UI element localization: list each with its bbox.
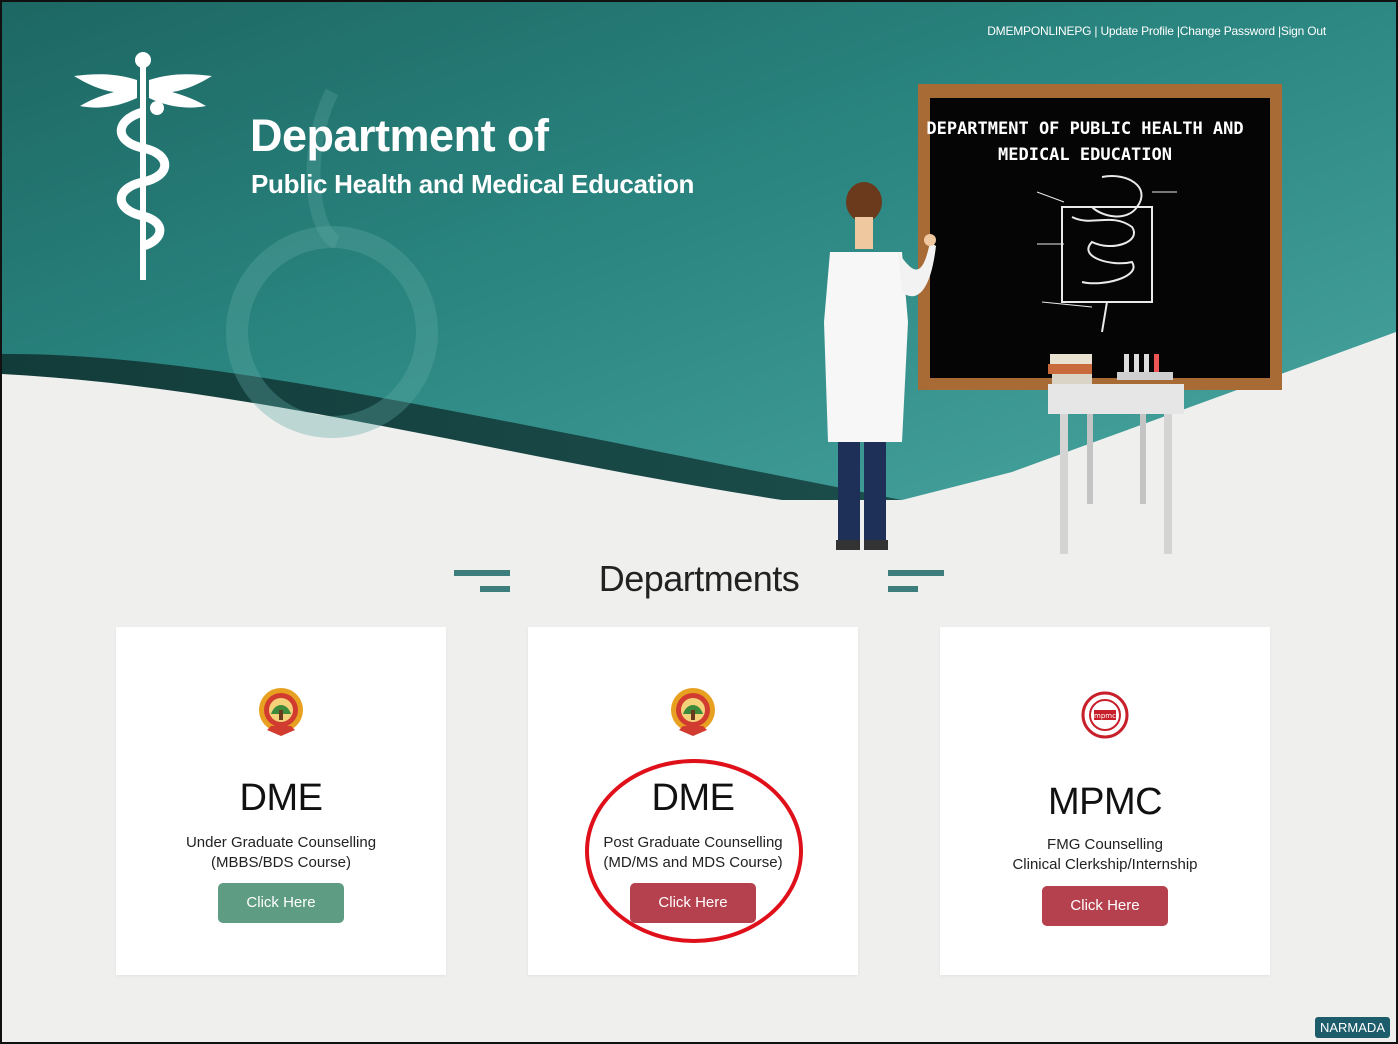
card-description-line: (MD/MS and MDS Course) [603,854,783,871]
page-frame: DEPARTMENT OF PUBLIC HEALTH AND MEDICAL … [0,0,1398,1044]
mpmc-click-here-button[interactable]: Click Here [1042,886,1168,926]
card-title: DME [651,777,735,819]
page-subtitle: Public Health and Medical Education [251,169,695,199]
sign-out-link[interactable]: Sign Out [1281,24,1326,38]
section-title: Departments [598,558,800,599]
mp-govt-emblem-icon [671,688,715,736]
mpmc-seal-icon: mpmc [1081,691,1129,739]
department-card-dme-pg: DME Post Graduate Counselling (MD/MS and… [528,627,858,975]
card-description-line: Post Graduate Counselling [603,834,783,851]
card-title: DME [239,777,323,819]
svg-text:mpmc: mpmc [1094,712,1116,720]
blackboard-text-line2: MEDICAL EDUCATION [998,145,1172,165]
department-card-dme-ug: DME Under Graduate Counselling (MBBS/BDS… [116,627,446,975]
card-title: MPMC [1047,781,1163,823]
mp-govt-emblem-icon [259,688,303,736]
department-card-mpmc: mpmc MPMC FMG Counselling Clinical Clerk… [940,627,1270,975]
card-description-line: FMG Counselling [1047,836,1163,853]
card-description: Post Graduate Counselling (MD/MS and MDS… [528,833,858,873]
change-password-link[interactable]: Change Password [1180,24,1275,38]
card-description-line: Under Graduate Counselling [185,834,377,851]
table-illustration [1048,384,1184,554]
card-description-line: Clinical Clerkship/Internship [1012,856,1198,873]
narmada-badge: NARMADA [1314,1017,1390,1038]
page-title: Department of [250,110,549,161]
blackboard-text-line1: DEPARTMENT OF PUBLIC HEALTH AND [926,119,1243,139]
ug-click-here-button[interactable]: Click Here [218,883,344,923]
pg-click-here-button[interactable]: Click Here [630,883,756,923]
card-description-line: (MBBS/BDS Course) [210,854,352,871]
header-background: DEPARTMENT OF PUBLIC HEALTH AND MEDICAL … [2,2,1396,554]
card-description: FMG Counselling Clinical Clerkship/Inter… [940,835,1270,875]
username-label: DMEMPONLINEPG [987,24,1092,38]
update-profile-link[interactable]: Update Profile [1100,24,1173,38]
user-links: DMEMPONLINEPG | Update Profile |Change P… [987,24,1326,38]
card-description: Under Graduate Counselling (MBBS/BDS Cou… [116,833,446,873]
header-banner: DEPARTMENT OF PUBLIC HEALTH AND MEDICAL … [2,2,1396,562]
